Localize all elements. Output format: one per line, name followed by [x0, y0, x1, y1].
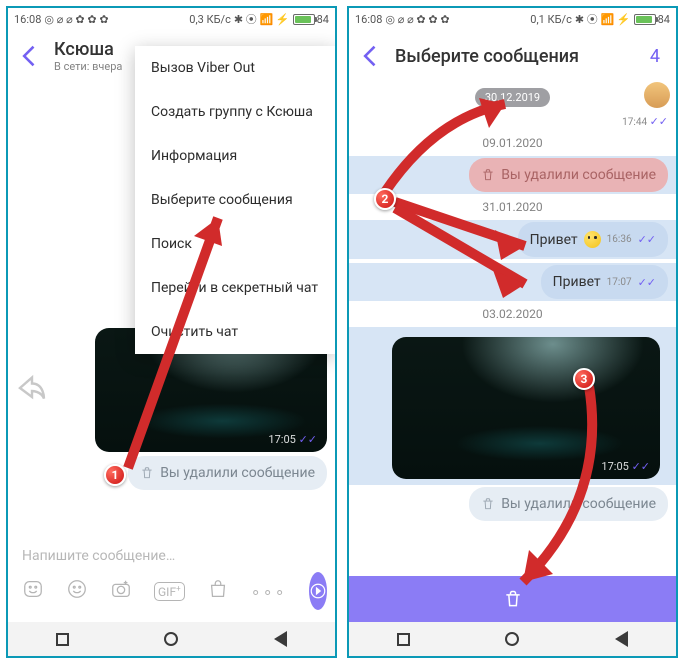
marker-1: 1 — [104, 464, 126, 486]
menu-clear-chat[interactable]: Очистить чат — [135, 310, 335, 354]
delete-bar[interactable] — [349, 576, 676, 622]
back-button[interactable] — [16, 42, 44, 70]
image-message: 17:05 ✓✓ — [392, 337, 660, 479]
contact-avatar[interactable] — [644, 82, 670, 108]
android-nav — [8, 622, 335, 656]
message-bubble: Привет 16:36 ✓✓ — [518, 222, 668, 257]
nav-recent[interactable] — [56, 633, 69, 646]
selection-title: Выберите сообщения — [395, 46, 579, 67]
trash-icon — [503, 589, 523, 609]
sticker-icon[interactable] — [22, 578, 44, 604]
deleted-message-selected: Вы удалили сообщение — [469, 158, 668, 192]
composer: Напишите сообщение… GIF+ ∘∘∘ — [8, 532, 335, 620]
android-nav — [349, 622, 676, 656]
message-bubble: Привет 17:07 ✓✓ — [541, 265, 668, 299]
smile-emoji — [584, 231, 601, 248]
selected-row-deleted[interactable]: Вы удалили сообщение — [349, 156, 676, 194]
nav-back[interactable] — [615, 631, 628, 647]
menu-info[interactable]: Информация — [135, 134, 335, 178]
date-separator: 03.02.2020 — [349, 307, 676, 321]
camera-icon[interactable] — [110, 578, 132, 604]
deleted-message: Вы удалили сообщение — [128, 456, 327, 490]
nav-home[interactable] — [505, 632, 519, 646]
shop-icon[interactable] — [207, 578, 229, 604]
phone-left: 16:08 ◎ ⌀ ⌀ ✿ ✿ ✿ 0,3 КБ/с ✱ ⦿ 📶 ⚡ 84 Кс… — [6, 6, 337, 658]
nav-back[interactable] — [274, 631, 287, 647]
menu-select-messages[interactable]: Выберите сообщения — [135, 178, 335, 222]
deleted-message: Вы удалили сообщение — [469, 487, 668, 521]
selected-row-msg2[interactable]: Привет 17:07 ✓✓ — [349, 263, 676, 301]
status-speed: 0,3 КБ/с — [189, 13, 231, 26]
selection-header: Выберите сообщения 4 — [349, 30, 676, 82]
nav-recent[interactable] — [397, 633, 410, 646]
status-time: 16:08 — [14, 13, 41, 26]
marker-2: 2 — [374, 188, 396, 210]
date-separator: 09.01.2020 — [349, 136, 676, 150]
presence-text: В сети: вчера — [54, 60, 122, 73]
menu-viber-out[interactable]: Вызов Viber Out — [135, 46, 335, 90]
send-button[interactable] — [309, 572, 327, 610]
selection-count: 4 — [650, 46, 660, 67]
overflow-menu: Вызов Viber Out Создать группу с Ксюша И… — [135, 46, 335, 354]
selected-row-msg1[interactable]: Привет 16:36 ✓✓ — [349, 220, 676, 259]
back-button[interactable] — [357, 42, 385, 70]
message-input[interactable]: Напишите сообщение… — [18, 538, 325, 568]
selected-row-image[interactable]: 17:05 ✓✓ — [349, 327, 676, 485]
status-time: 16:08 — [355, 13, 382, 26]
phone-right: 16:08 ◎ ⌀ ⌀ ✿ ✿ ✿ 0,1 КБ/с ✱ ⦿ 📶 ⚡ 84 Вы… — [347, 6, 678, 658]
menu-create-group[interactable]: Создать группу с Ксюша — [135, 90, 335, 134]
contact-name[interactable]: Ксюша — [54, 39, 122, 60]
battery-icon: 84 — [634, 13, 670, 26]
status-bar: 16:08 ◎ ⌀ ⌀ ✿ ✿ ✿ 0,1 КБ/с ✱ ⦿ 📶 ⚡ 84 — [349, 8, 676, 30]
nav-home[interactable] — [164, 632, 178, 646]
menu-secret-chat[interactable]: Перейти в секретный чат — [135, 266, 335, 310]
share-icon[interactable] — [14, 370, 50, 406]
date-separator: 30.12.2019 — [475, 88, 550, 107]
date-separator: 31.01.2020 — [349, 200, 676, 214]
status-bar: 16:08 ◎ ⌀ ⌀ ✿ ✿ ✿ 0,3 КБ/с ✱ ⦿ 📶 ⚡ 84 — [8, 8, 335, 30]
gif-icon[interactable]: GIF+ — [154, 582, 185, 601]
menu-search[interactable]: Поиск — [135, 222, 335, 266]
emoji-icon[interactable] — [66, 578, 88, 604]
more-icon[interactable]: ∘∘∘ — [251, 582, 287, 601]
battery-icon: 84 — [293, 13, 329, 26]
status-speed: 0,1 КБ/с — [530, 13, 572, 26]
marker-3: 3 — [573, 368, 595, 390]
